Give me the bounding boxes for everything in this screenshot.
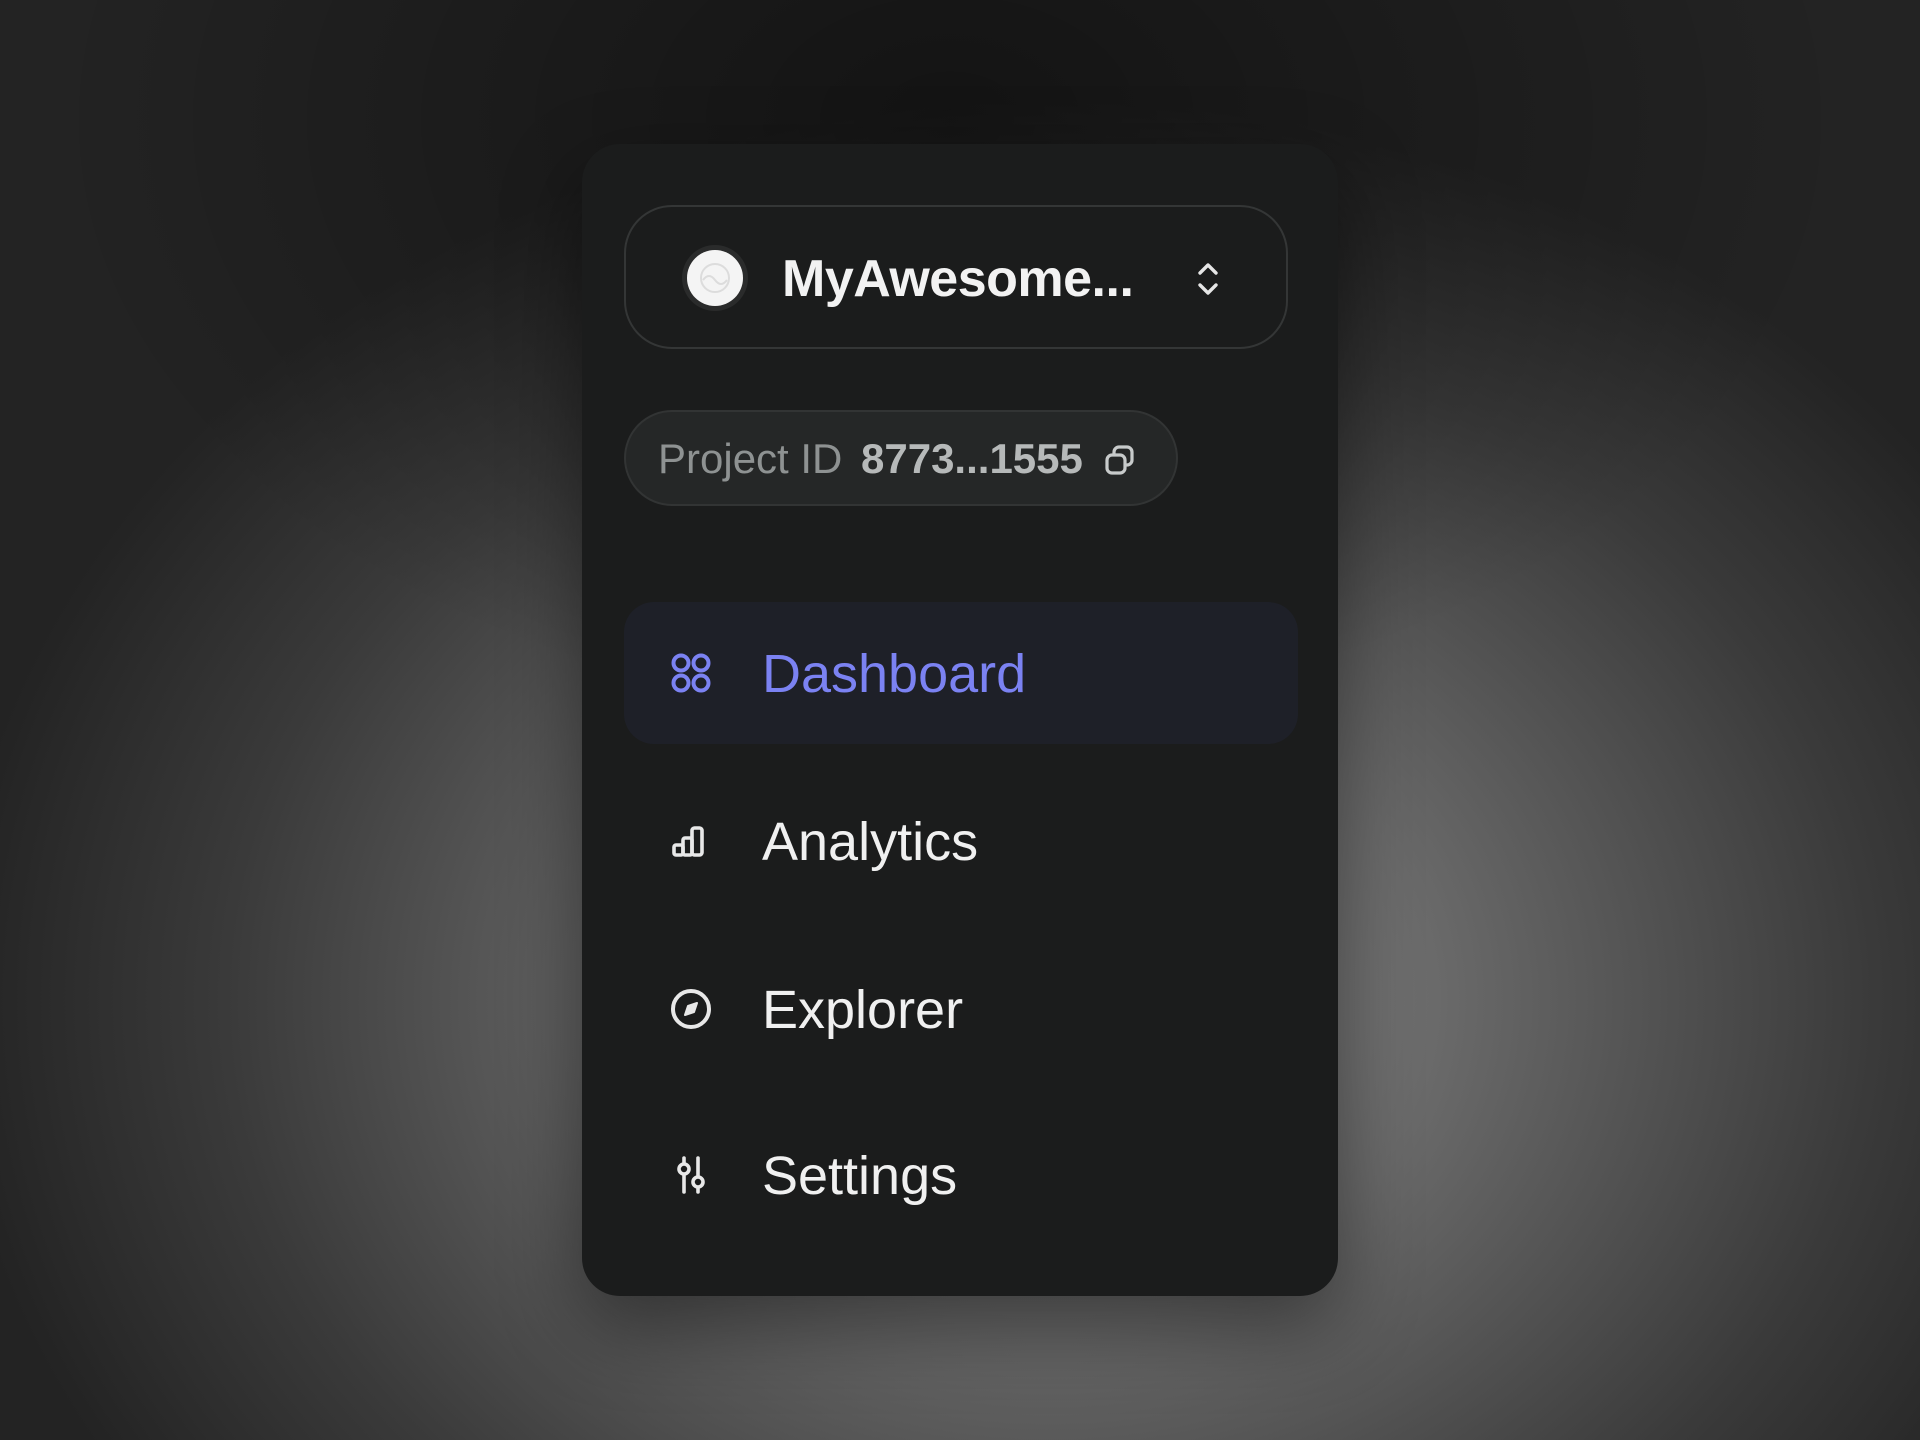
project-id-pill: Project ID 8773...1555 [624, 410, 1178, 506]
copy-icon[interactable] [1104, 444, 1136, 476]
sliders-icon [677, 1156, 705, 1194]
chevron-up-down-icon [1198, 263, 1218, 295]
bar-chart-icon [672, 826, 704, 857]
compass-icon [671, 989, 711, 1029]
sidebar-item-settings[interactable]: Settings [624, 1104, 1298, 1246]
project-avatar [682, 245, 748, 311]
project-logo-icon [687, 250, 743, 306]
project-switcher-button[interactable]: MyAwesome... [624, 205, 1288, 349]
sidebar-item-label: Analytics [762, 812, 979, 872]
sidebar-panel: MyAwesome... Project ID 8773...1555 Dash… [582, 144, 1338, 1296]
project-id-label: Project ID [658, 435, 843, 482]
grid-icon [671, 653, 711, 693]
sidebar-item-analytics[interactable]: Analytics [624, 770, 1298, 912]
sidebar-item-label: Settings [762, 1146, 958, 1206]
project-name: MyAwesome... [782, 250, 1134, 308]
sidebar-item-dashboard[interactable]: Dashboard [624, 602, 1298, 744]
sidebar-item-label: Explorer [762, 980, 964, 1040]
sidebar-item-label: Dashboard [762, 644, 1027, 704]
sidebar-item-explorer[interactable]: Explorer [624, 938, 1298, 1080]
project-id-value: 8773...1555 [861, 435, 1083, 482]
